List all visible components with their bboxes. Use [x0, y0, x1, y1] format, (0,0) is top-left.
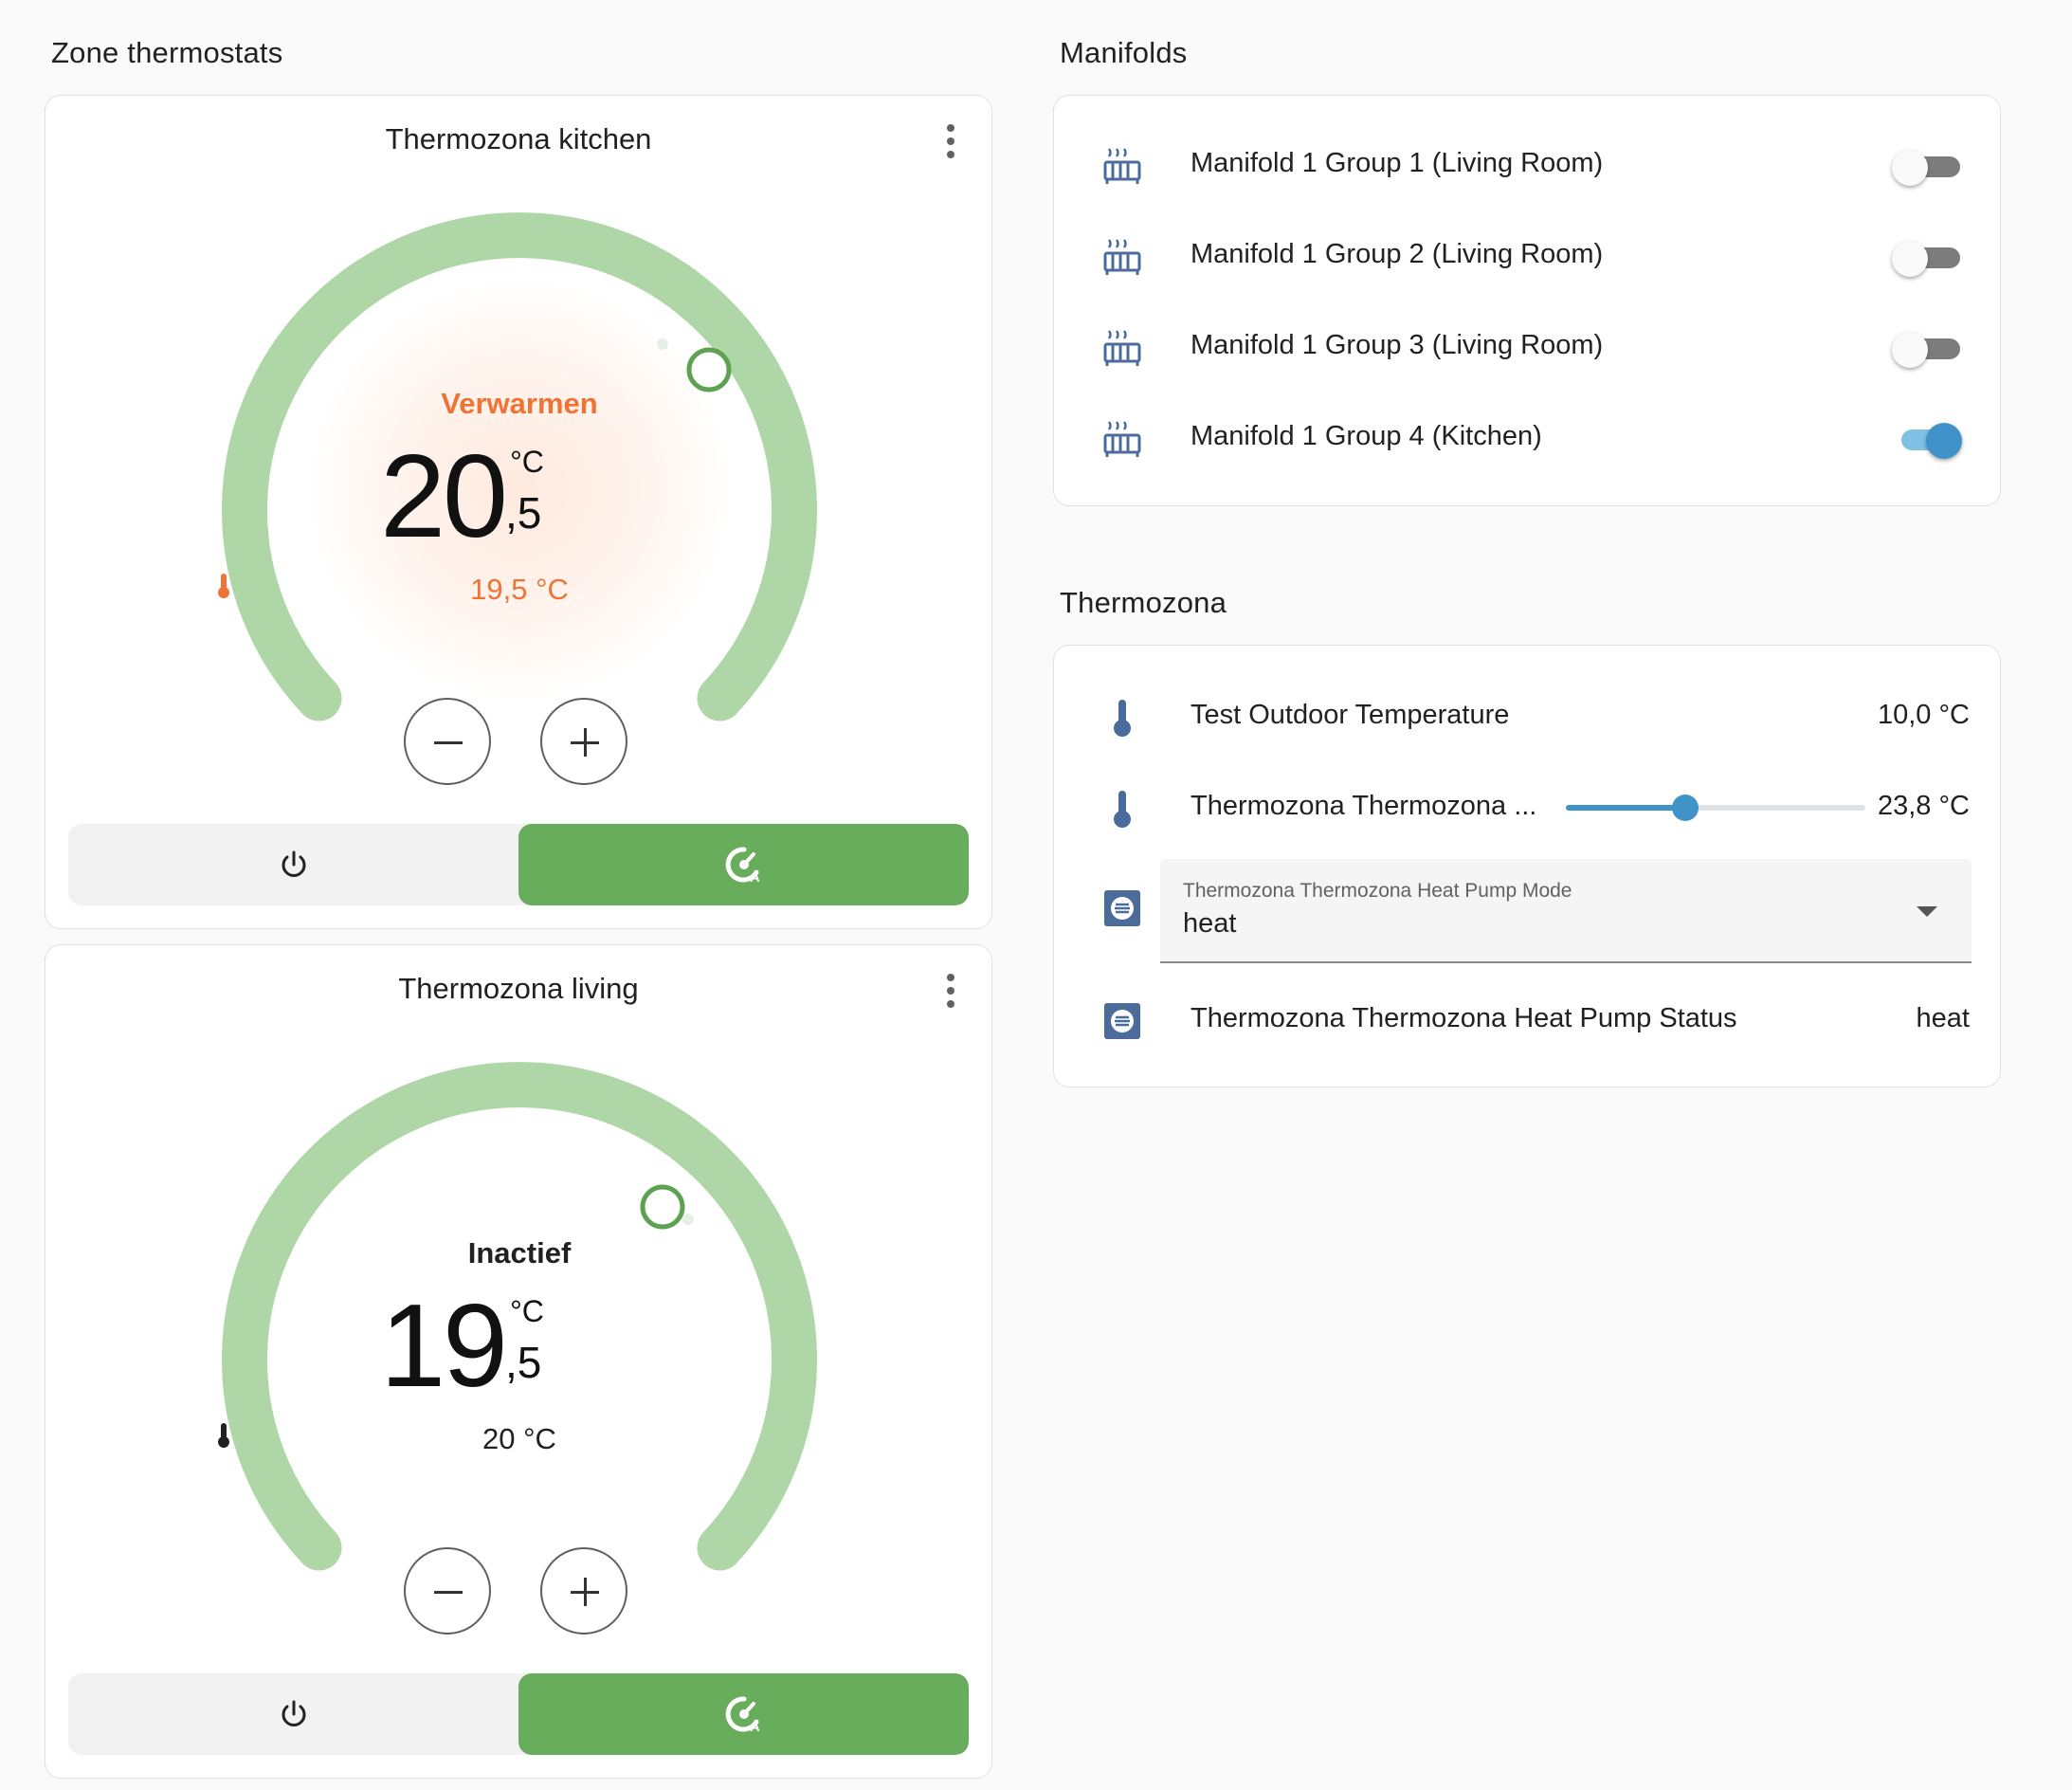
current-temperature-value: 19,5 °C: [470, 573, 569, 606]
list-icon: [1104, 1003, 1140, 1039]
outdoor-temperature-row[interactable]: Test Outdoor Temperature 10,0 °C: [1054, 687, 2000, 744]
power-icon: [282, 1700, 305, 1726]
manifolds-title: Manifolds: [1060, 36, 1188, 69]
heat-pump-mode-label: Thermozona Thermozona Heat Pump Mode: [1183, 880, 1572, 902]
thermostat-title: Thermozona kitchen: [385, 122, 652, 155]
setpoint-value: 23,8 °C: [1877, 791, 1970, 821]
manifold-toggle[interactable]: [1892, 150, 1962, 186]
manifold-row[interactable]: Manifold 1 Group 4 (Kitchen): [1054, 409, 2000, 466]
more-options-icon[interactable]: [944, 974, 957, 1012]
power-icon: [282, 850, 305, 877]
thermostat-dial[interactable]: Verwarmen 20 °C ,5 19,5 °C: [216, 205, 823, 793]
heat-pump-status-value: heat: [1916, 1003, 1970, 1033]
slider-thumb[interactable]: [1672, 795, 1699, 821]
more-options-icon[interactable]: [944, 124, 957, 162]
thermometer-icon: [1114, 791, 1131, 828]
manifold-label: Manifold 1 Group 3 (Living Room): [1190, 330, 1604, 360]
thermostat-dial[interactable]: Inactief 19 °C ,5 20 °C: [216, 1054, 823, 1642]
heat-pump-mode-value: heat: [1183, 908, 1237, 939]
decrease-temperature-button[interactable]: [404, 698, 491, 785]
manifold-toggle[interactable]: [1892, 332, 1962, 368]
manifold-toggle[interactable]: [1892, 423, 1962, 459]
outdoor-temperature-value: 10,0 °C: [1877, 700, 1970, 730]
radiator-icon: [1103, 148, 1141, 184]
mode-auto-button[interactable]: A: [518, 1673, 969, 1755]
setpoint-slider[interactable]: [1566, 795, 1865, 821]
svg-text:A: A: [750, 1719, 760, 1733]
heat-pump-status-row[interactable]: Thermozona Thermozona Heat Pump Status h…: [1054, 991, 2000, 1048]
radiator-icon: [1103, 421, 1141, 457]
setpoint-label: Thermozona Thermozona ...: [1190, 791, 1537, 821]
hvac-mode-bar: A: [68, 824, 969, 905]
target-decimal: ,5: [505, 1338, 542, 1387]
mode-off-button[interactable]: [68, 824, 518, 905]
mode-auto-button[interactable]: A: [518, 824, 969, 905]
manifolds-card: Manifold 1 Group 1 (Living Room) Manifol…: [1053, 95, 2001, 506]
increase-temperature-button[interactable]: [540, 1547, 627, 1635]
thermostat-card-kitchen: Thermozona kitchen Verwarmen 20 °C ,5 19…: [45, 95, 992, 929]
target-whole: 19: [380, 1281, 508, 1412]
slider-fill: [1566, 805, 1686, 811]
thermozona-card: Test Outdoor Temperature 10,0 °C Thermoz…: [1053, 645, 2001, 1087]
decrease-temperature-button[interactable]: [404, 1547, 491, 1635]
current-temperature: 20 °C: [216, 1422, 823, 1456]
manifold-row[interactable]: Manifold 1 Group 1 (Living Room): [1054, 136, 2000, 192]
list-icon: [1104, 890, 1140, 926]
target-whole: 20: [380, 431, 508, 562]
current-temperature: 19,5 °C: [216, 573, 823, 607]
current-temp-marker: [682, 1214, 694, 1225]
thermozona-title: Thermozona: [1060, 586, 1227, 619]
current-temp-marker: [657, 338, 668, 350]
zone-thermostats-title: Zone thermostats: [51, 36, 283, 69]
chevron-down-icon: [1917, 906, 1937, 917]
target-unit: °C: [510, 445, 544, 479]
heat-pump-mode-select[interactable]: Thermozona Thermozona Heat Pump Mode hea…: [1160, 859, 1972, 963]
thermostat-card-living: Thermozona living Inactief 19 °C ,5 20 °…: [45, 944, 992, 1779]
target-temperature: 19 °C ,5: [216, 1285, 823, 1408]
thermostat-title: Thermozona living: [398, 972, 639, 1005]
svg-text:A: A: [750, 869, 760, 884]
manifold-label: Manifold 1 Group 4 (Kitchen): [1190, 421, 1542, 451]
outdoor-temperature-label: Test Outdoor Temperature: [1190, 700, 1510, 730]
current-temperature-value: 20 °C: [482, 1422, 556, 1455]
increase-temperature-button[interactable]: [540, 698, 627, 785]
radiator-icon: [1103, 330, 1141, 366]
hvac-action: Inactief: [467, 1236, 572, 1269]
target-handle: [640, 1184, 685, 1230]
target-unit: °C: [510, 1294, 544, 1328]
auto-icon: A: [725, 847, 760, 884]
thermometer-icon: [218, 1423, 229, 1448]
target-handle: [686, 347, 732, 393]
radiator-icon: [1103, 239, 1141, 275]
heat-pump-status-label: Thermozona Thermozona Heat Pump Status: [1190, 1003, 1737, 1033]
manifold-toggle[interactable]: [1892, 241, 1962, 277]
hvac-mode-bar: A: [68, 1673, 969, 1755]
auto-icon: A: [725, 1696, 760, 1733]
thermometer-icon: [218, 574, 229, 598]
target-temperature: 20 °C ,5: [216, 435, 823, 558]
target-decimal: ,5: [505, 488, 542, 538]
manifold-label: Manifold 1 Group 2 (Living Room): [1190, 239, 1604, 269]
manifold-label: Manifold 1 Group 1 (Living Room): [1190, 148, 1604, 178]
setpoint-row[interactable]: Thermozona Thermozona ... 23,8 °C: [1054, 778, 2000, 835]
manifold-row[interactable]: Manifold 1 Group 3 (Living Room): [1054, 318, 2000, 374]
thermometer-icon: [1114, 700, 1131, 737]
hvac-action: Verwarmen: [441, 387, 598, 420]
mode-off-button[interactable]: [68, 1673, 518, 1755]
manifold-row[interactable]: Manifold 1 Group 2 (Living Room): [1054, 227, 2000, 283]
